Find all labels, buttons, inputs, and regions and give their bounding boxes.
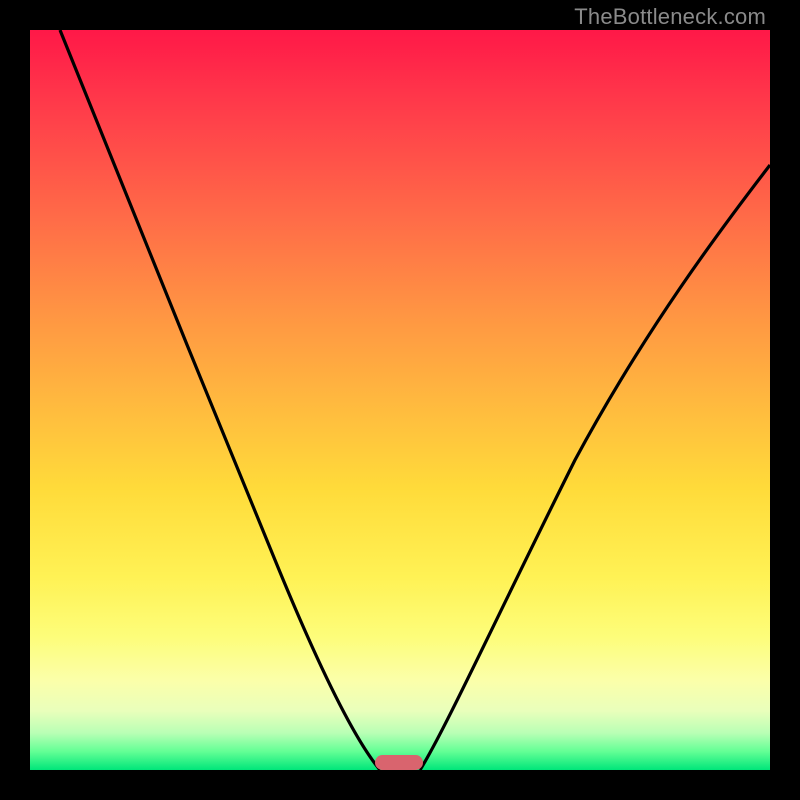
plot-area (30, 30, 770, 770)
curve-left-branch (60, 30, 380, 770)
watermark-text: TheBottleneck.com (574, 4, 766, 30)
bottleneck-curve (30, 30, 770, 770)
optimal-marker (375, 755, 423, 770)
curve-right-branch (420, 165, 770, 770)
